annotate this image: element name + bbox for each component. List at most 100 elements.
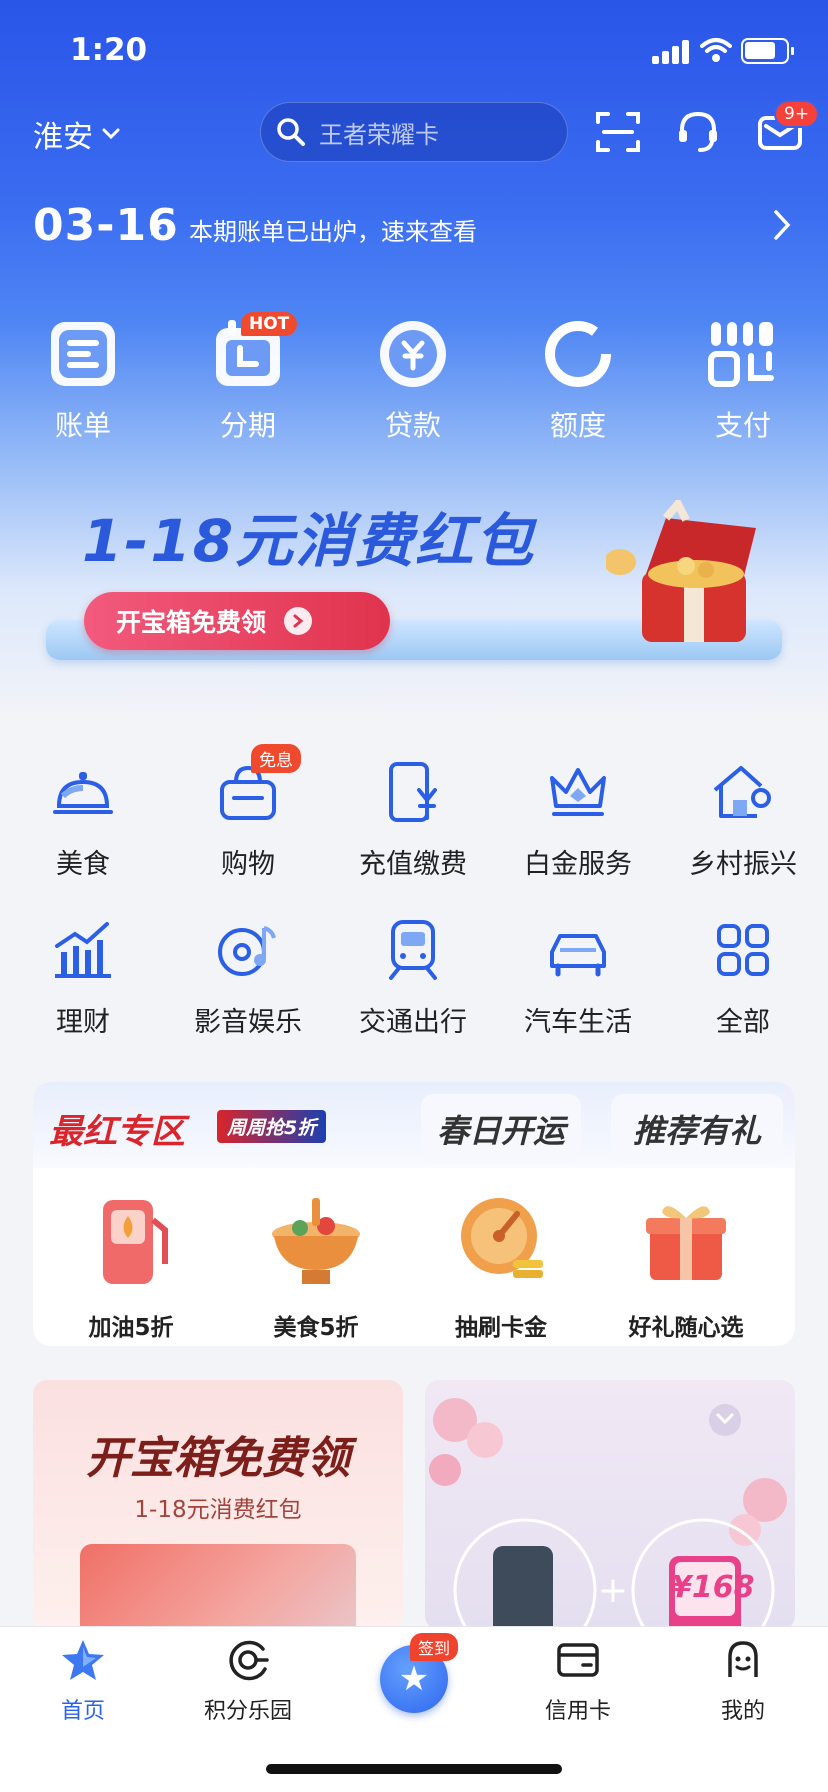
music-icon (218, 926, 276, 976)
customer-service-icon[interactable] (674, 108, 722, 156)
service-entertainment[interactable]: 影音娱乐 (173, 918, 323, 1039)
mail-badge: 9+ (774, 100, 820, 128)
treasure-gift-icon (606, 500, 756, 642)
service-label: 美食 (56, 849, 110, 880)
food-cloche-icon (53, 772, 113, 814)
play-arrow-icon (151, 220, 162, 236)
city-label: 淮安 (33, 120, 93, 155)
bill-message: 本期账单已出炉，速来查看 (189, 218, 477, 246)
search-input[interactable]: 王者荣耀卡 (260, 102, 568, 162)
zone-item-lucky-draw[interactable]: 抽刷卡金 (416, 1190, 586, 1342)
star-icon (62, 1640, 104, 1680)
tab-points[interactable]: 积分乐园 (168, 1637, 328, 1725)
checkin-icon: ★ (398, 1659, 430, 1699)
chart-icon (55, 922, 111, 978)
bill-notice[interactable]: 03-16 本期账单已出炉，速来查看 (33, 200, 793, 254)
service-transport[interactable]: 交通出行 (338, 918, 488, 1039)
recharge-icon (389, 762, 437, 822)
hot-badge: HOT (241, 312, 298, 336)
car-icon (550, 934, 606, 977)
weekly-deal-tag: 周周抢5折 (217, 1110, 327, 1143)
chest-promo-card[interactable]: 开宝箱免费领 1-18元消费红包 (33, 1380, 403, 1630)
interest-free-badge: 免息 (251, 744, 301, 773)
nav-bill[interactable]: 账单 (28, 316, 138, 444)
zone-item-food[interactable]: 美食5折 (231, 1190, 401, 1342)
service-label: 白金服务 (524, 849, 632, 880)
zone-item-label: 加油5折 (88, 1315, 174, 1341)
tab-label: 我的 (720, 1699, 765, 1724)
wifi-icon (700, 38, 732, 62)
nav-payment[interactable]: 支付 (688, 316, 798, 444)
price-tag: ¥168 (671, 1570, 755, 1605)
checkin-badge: 签到 (410, 1633, 459, 1661)
scan-icon[interactable] (594, 108, 642, 156)
service-label: 影音娱乐 (194, 1007, 302, 1038)
nav-installment[interactable]: HOT 分期 (193, 312, 303, 444)
payment-icon (708, 322, 774, 387)
nav-credit-limit[interactable]: 额度 (523, 316, 633, 444)
tab-label: 信用卡 (544, 1699, 611, 1724)
service-label: 理财 (56, 1007, 110, 1038)
tab-credit-card[interactable]: 信用卡 (498, 1637, 658, 1725)
train-icon (389, 920, 437, 980)
service-food[interactable]: 美食 (8, 760, 158, 881)
grid-icon (717, 924, 769, 976)
zone-item-label: 好礼随心选 (628, 1315, 744, 1341)
search-placeholder: 王者荣耀卡 (319, 120, 439, 149)
chevron-down-icon (102, 128, 120, 140)
village-icon (713, 766, 771, 818)
svg-text:+: + (598, 1570, 628, 1611)
nav-loan[interactable]: 贷款 (358, 316, 468, 444)
chevron-right-icon (774, 210, 791, 240)
credit-limit-icon (545, 321, 611, 387)
tab-label: 首页 (60, 1699, 105, 1724)
tab-referral-gift[interactable]: 推荐有礼 (611, 1094, 783, 1164)
button-label: 开宝箱免费领 (116, 608, 267, 637)
service-platinum[interactable]: 白金服务 (503, 760, 653, 881)
spring-travel-card[interactable]: + ¥168 (425, 1380, 795, 1630)
fuel-pump-icon (103, 1200, 168, 1284)
card-image (80, 1544, 356, 1630)
search-icon (277, 118, 305, 146)
city-selector[interactable]: 淮安 (33, 112, 121, 156)
tab-spring-luck[interactable]: 春日开运 (421, 1094, 581, 1164)
service-label: 交通出行 (359, 1007, 467, 1038)
tab-hottest-zone[interactable]: 最红专区 (49, 1104, 185, 1153)
arrow-right-icon (284, 607, 313, 635)
profile-icon (728, 1641, 758, 1677)
points-icon (229, 1640, 269, 1681)
status-time: 1:20 (70, 32, 148, 68)
service-label: 全部 (716, 1007, 770, 1038)
service-wealth[interactable]: 理财 (8, 918, 158, 1039)
tab-label: 积分乐园 (203, 1699, 292, 1724)
banner-title: 1-18元消费红包 (82, 507, 536, 575)
service-shopping[interactable]: 免息 购物 (173, 744, 323, 881)
service-village[interactable]: 乡村振兴 (668, 760, 818, 881)
top-bar: 淮安 王者荣耀卡 9+ (0, 100, 828, 164)
tab-home[interactable]: 首页 (3, 1637, 163, 1725)
service-label: 购物 (221, 849, 275, 880)
service-car[interactable]: 汽车生活 (503, 918, 653, 1039)
crown-icon (550, 768, 606, 816)
signal-icon (652, 40, 690, 64)
open-chest-button[interactable]: 开宝箱免费领 (84, 592, 390, 650)
zone-item-label: 美食5折 (273, 1315, 359, 1341)
battery-icon (741, 38, 794, 64)
nav-label: 贷款 (384, 409, 441, 442)
service-label: 汽车生活 (524, 1007, 632, 1038)
nav-label: 额度 (549, 409, 606, 442)
home-indicator (266, 1764, 562, 1774)
tab-profile[interactable]: 我的 (663, 1637, 823, 1725)
status-bar: 1:20 (0, 28, 828, 72)
zone-item-fuel[interactable]: 加油5折 (46, 1190, 216, 1342)
service-all[interactable]: 全部 (668, 918, 818, 1039)
nav-label: 分期 (219, 409, 276, 442)
promo-banner[interactable]: 1-18元消费红包 开宝箱免费领 (46, 470, 782, 690)
card-icon (557, 1643, 599, 1677)
zone-item-gift[interactable]: 好礼随心选 (601, 1190, 771, 1342)
service-recharge[interactable]: 充值缴费 (338, 760, 488, 881)
bill-icon (51, 322, 115, 386)
zone-item-label: 抽刷卡金 (455, 1315, 547, 1341)
card-subtitle: 1-18元消费红包 (134, 1497, 302, 1523)
lucky-wheel-icon (461, 1198, 543, 1278)
